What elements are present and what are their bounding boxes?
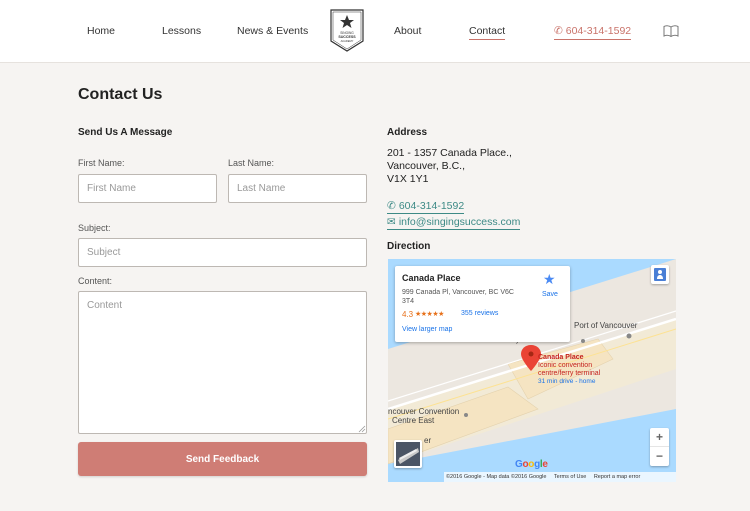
- map-label-bottom: er: [424, 436, 432, 445]
- address-section-title: Address: [387, 127, 428, 138]
- map-label-convention-2: Centre East: [392, 416, 435, 425]
- view-larger-map-link[interactable]: View larger map: [402, 326, 452, 333]
- site-logo[interactable]: SINGING SUCCESS ACADEMY: [330, 9, 364, 52]
- last-name-label: Last Name:: [228, 158, 275, 168]
- map-card-title: Canada Place: [402, 273, 461, 283]
- form-section-title: Send Us A Message: [78, 127, 173, 138]
- map-copyright: ©2016 Google - Map data ©2016 Google: [446, 474, 547, 480]
- save-star-icon[interactable]: ★: [543, 271, 556, 288]
- map-card-address: 999 Canada Pl, Vancouver, BC V6C 3T4: [402, 289, 514, 305]
- map-zoom-controls: + −: [650, 428, 669, 466]
- map-label-drive: 31 min drive - home: [538, 378, 596, 385]
- map-footer: ©2016 Google - Map data ©2016 Google Ter…: [444, 472, 676, 482]
- address-email: info@singingsuccess.com: [398, 216, 521, 228]
- address-line-2: Vancouver, B.C.,: [387, 160, 466, 172]
- map-card-reviews-link[interactable]: 355 reviews: [461, 310, 498, 317]
- zoom-in-button[interactable]: +: [650, 428, 669, 447]
- direction-section-title: Direction: [387, 241, 431, 252]
- address-email-link[interactable]: ✉ info@singingsuccess.com: [387, 216, 521, 230]
- nav-phone-number: 604-314-1592: [565, 25, 632, 37]
- page-title: Contact Us: [78, 86, 163, 103]
- nav-lessons[interactable]: Lessons: [162, 25, 201, 37]
- map-label-desc-1: Iconic convention: [538, 362, 593, 369]
- map-info-card: Canada Place 999 Canada Pl, Vancouver, B…: [395, 266, 570, 342]
- address-line-3: V1X 1Y1: [387, 173, 429, 185]
- nav-about[interactable]: About: [394, 25, 421, 37]
- first-name-input[interactable]: [78, 174, 217, 203]
- map-card-rating: 4.3: [402, 310, 414, 319]
- map-save-link[interactable]: Save: [542, 291, 558, 298]
- last-name-input[interactable]: [228, 174, 367, 203]
- nav-home[interactable]: Home: [87, 25, 115, 37]
- svg-text:SUCCESS: SUCCESS: [338, 35, 356, 39]
- svg-text:ACADEMY: ACADEMY: [341, 39, 354, 43]
- nav-phone-link[interactable]: ✆ 604-314-1592: [554, 25, 632, 40]
- nav-contact[interactable]: Contact: [469, 25, 506, 40]
- subject-input[interactable]: [78, 238, 367, 267]
- textarea-resize-handle[interactable]: [358, 425, 366, 433]
- content-label: Content:: [78, 276, 113, 286]
- book-icon[interactable]: [663, 25, 679, 37]
- content-textarea[interactable]: [78, 291, 367, 434]
- send-feedback-button[interactable]: Send Feedback: [78, 442, 367, 476]
- address-phone-link[interactable]: ✆ 604-314-1592: [387, 200, 465, 214]
- map-label-port: Port of Vancouver: [574, 321, 638, 330]
- pegman-icon[interactable]: [651, 265, 669, 284]
- google-map[interactable]: Port of Vancouver FlyOver CANADA Canada …: [388, 259, 676, 482]
- map-report-error-link[interactable]: Report a map error: [594, 474, 640, 480]
- map-label-convention-1: ncouver Convention: [388, 407, 460, 416]
- map-terms-link[interactable]: Terms of Use: [554, 474, 586, 480]
- address-phone-number: 604-314-1592: [398, 200, 465, 212]
- phone-icon: ✆: [554, 25, 563, 37]
- map-label-desc-2: centre/ferry terminal: [538, 370, 601, 377]
- map-label-place: Canada Place: [538, 354, 584, 361]
- envelope-icon: ✉: [387, 216, 396, 228]
- nav-news-events[interactable]: News & Events: [237, 25, 308, 37]
- map-card-stars: ★★★★★: [415, 311, 444, 318]
- subject-label: Subject:: [78, 223, 111, 233]
- phone-icon: ✆: [387, 200, 396, 212]
- google-logo: Google: [515, 459, 548, 470]
- site-header: Home Lessons News & Events SINGING SUCCE…: [0, 0, 750, 63]
- address-line-1: 201 - 1357 Canada Place.,: [387, 147, 512, 159]
- zoom-out-button[interactable]: −: [650, 447, 669, 466]
- satellite-view-thumbnail[interactable]: [394, 440, 422, 468]
- first-name-label: First Name:: [78, 158, 125, 168]
